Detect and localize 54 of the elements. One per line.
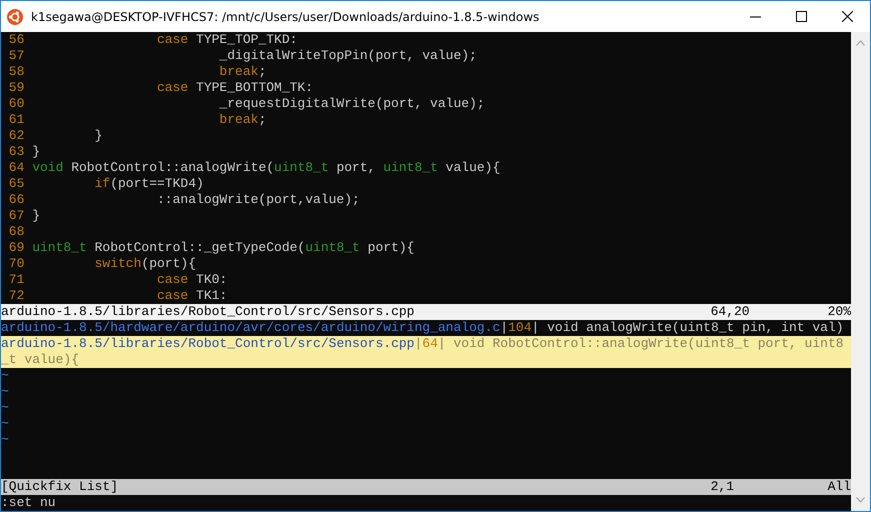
line-number: 66 [8, 192, 24, 208]
maximize-icon [796, 11, 806, 22]
line-number: 63 [8, 144, 24, 160]
line-number: 69 [8, 240, 24, 256]
empty-line-marker: ~ [1, 432, 10, 448]
code-line: case TK0: [156, 272, 228, 288]
line-number: 57 [8, 48, 24, 64]
code-line: _requestDigitalWrite(port, value); [218, 96, 485, 112]
line-number: 71 [8, 272, 24, 288]
scroll-percent: 20% [826, 304, 851, 320]
line-number: 70 [8, 256, 24, 272]
line-number: 68 [8, 224, 24, 240]
code-line: case TYPE_TOP_TKD: [156, 32, 298, 48]
empty-line-marker: ~ [1, 400, 10, 416]
close-icon [842, 11, 852, 22]
code-line: if(port==TKD4) [94, 176, 204, 192]
empty-line-marker: ~ [1, 416, 10, 432]
cursor-position: 64,20 [710, 304, 751, 320]
code-line: void RobotControl::analogWrite(uint8_t port, uint8_t value){ [32, 160, 500, 176]
line-number: 62 [8, 128, 24, 144]
scroll-down-icon[interactable] [856, 497, 865, 503]
scrollbar[interactable] [851, 32, 870, 511]
line-number: 56 [8, 32, 24, 48]
terminal-app-icon [7, 8, 23, 24]
code-line: uint8_t RobotControl::_getTypeCode(uint8_t port){ [32, 240, 414, 256]
cursor-position: 2,1 [710, 479, 735, 495]
code-line: } [32, 208, 40, 224]
command-line: :set nu [1, 495, 57, 511]
line-number: 67 [8, 208, 24, 224]
line-number: 61 [8, 112, 24, 128]
code-line: break; [218, 112, 266, 128]
code-line: break; [218, 64, 266, 80]
code-line: case TYPE_BOTTOM_TK: [156, 80, 314, 96]
line-number: 58 [8, 64, 24, 80]
file-path: arduino-1.8.5/libraries/Robot_Control/src/Sensors.cpp [1, 304, 416, 320]
line-number: 64 [8, 160, 24, 176]
line-number: 59 [8, 80, 24, 96]
buffer-title: [Quickfix List] [1, 479, 120, 495]
code-line: } [94, 128, 102, 144]
code-line: ::analogWrite(port,value); [156, 192, 360, 208]
quickfix-entry[interactable]: arduino-1.8.5/libraries/Robot_Control/src/Sensors.cpp|64| void RobotControl::analogWrite(uint8_t port, uint8_t value){ [1, 336, 851, 368]
code-line: case TK1: [156, 288, 228, 304]
window-title: k1segawa@DESKTOP-IVFHCS7: /mnt/c/Users/user/Downloads/arduino-1.8.5-windows [31, 10, 540, 24]
quickfix-entry[interactable]: arduino-1.8.5/hardware/arduino/avr/cores/arduino/wiring_analog.c|104| void analogWrite(uint8_t pin, int val) [1, 320, 851, 336]
code-line: } [32, 144, 40, 160]
line-number: 60 [8, 96, 24, 112]
empty-line-marker: ~ [1, 384, 10, 400]
code-line: _digitalWriteTopPin(port, value); [218, 48, 477, 64]
code-line: switch(port){ [94, 256, 196, 272]
line-number: 65 [8, 176, 24, 192]
line-number: 72 [8, 288, 24, 304]
empty-line-marker: ~ [1, 368, 10, 384]
scroll-percent: All [826, 479, 851, 495]
scroll-up-icon[interactable] [856, 40, 865, 46]
